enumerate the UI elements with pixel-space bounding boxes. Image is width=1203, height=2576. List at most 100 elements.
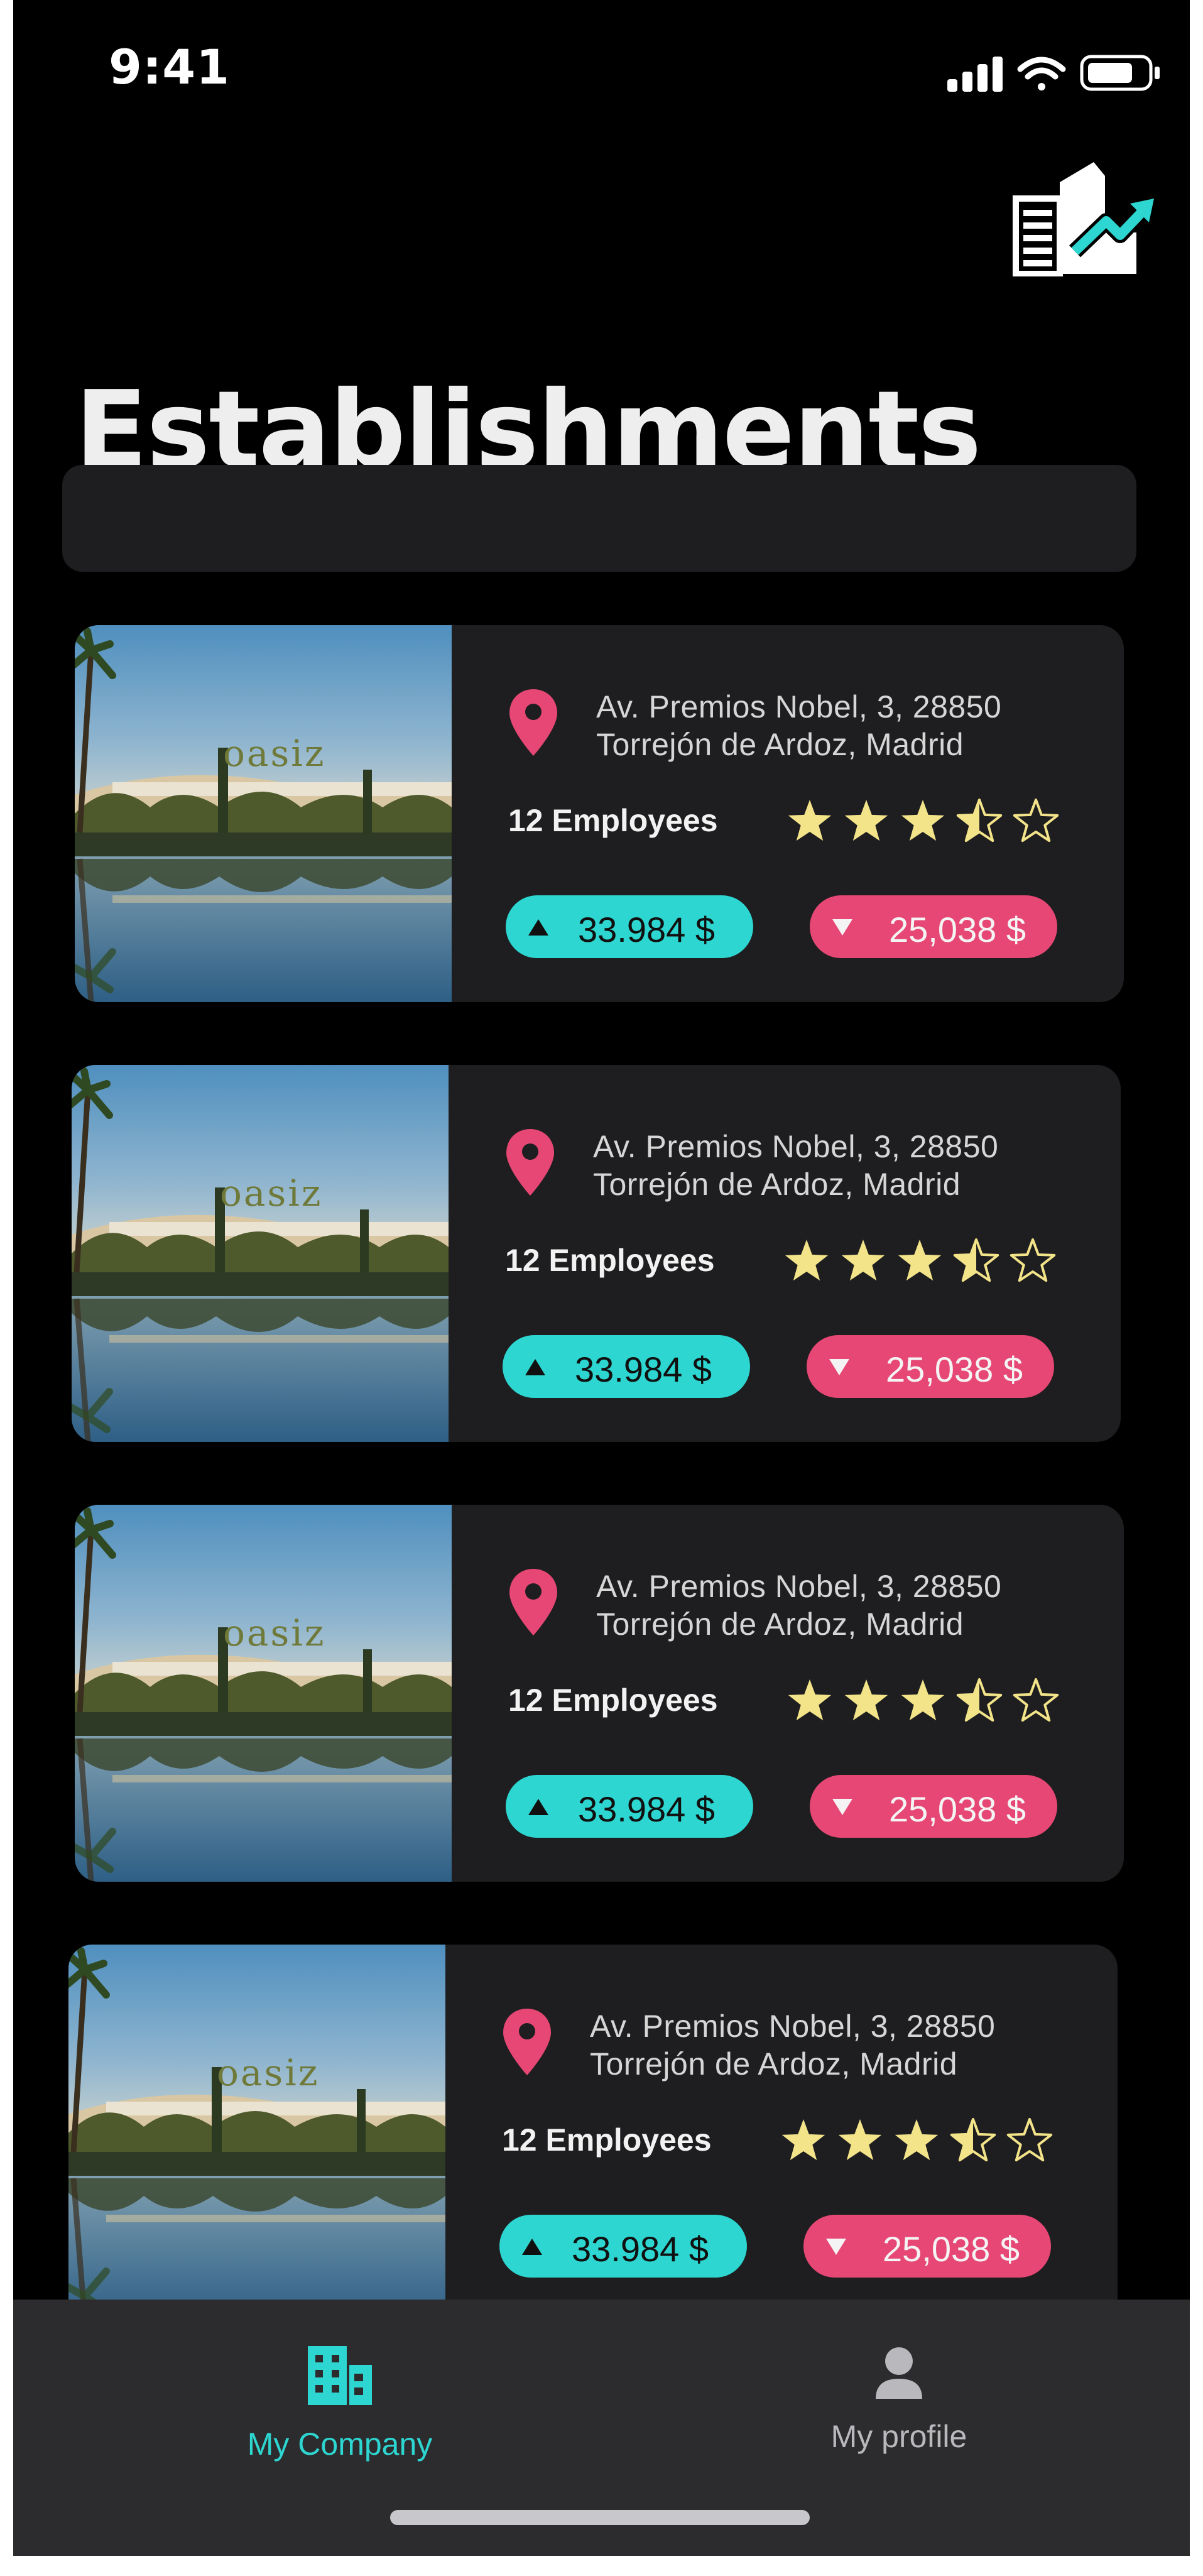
star-half-icon [953,1238,999,1282]
star-empty-icon [1006,2118,1053,2162]
star-empty-icon [1010,1238,1056,1282]
expense-badge: 25,038 $ [803,2215,1051,2278]
income-value: 33.984 $ [578,1789,715,1829]
star-full-icon [895,2119,939,2161]
establishment-card[interactable]: oasiz Av. Premios Nobel, 3, 28850 Torrejón… [75,625,1124,1002]
triangle-down-icon [832,919,852,936]
star-empty-icon [1013,1678,1059,1722]
star-full-icon [898,1240,942,1281]
establishment-card[interactable]: oasiz Av. Premios Nobel, 3, 28850 Torrejón… [68,1945,1118,2322]
employee-count: 12 Employees [502,2122,712,2158]
star-half-icon [956,1678,1003,1722]
star-full-icon [838,2119,882,2161]
income-badge: 33.984 $ [503,1335,750,1398]
expense-value: 25,038 $ [889,910,1026,949]
expense-value: 25,038 $ [886,1350,1023,1389]
star-full-icon [844,800,888,841]
employee-count: 12 Employees [505,1243,715,1278]
photo-sign-text: oasiz [223,1612,326,1654]
location-pin-icon [508,688,558,760]
establishment-address: Av. Premios Nobel, 3, 28850 Torrejón de A… [596,1568,1036,1643]
triangle-down-icon [829,1359,849,1375]
tab-bar: My Company My profile [13,2300,1190,2556]
income-badge: 33.984 $ [499,2215,747,2278]
establishment-address: Av. Premios Nobel, 3, 28850 Torrejón de A… [596,688,1036,763]
establishment-photo: oasiz [75,625,452,1002]
establishment-photo: oasiz [75,1505,452,1882]
card-details: Av. Premios Nobel, 3, 28850 Torrejón de A… [449,1065,1121,1442]
location-pin-icon [502,2007,552,2080]
star-full-icon [781,2119,825,2161]
triangle-down-icon [832,1799,852,1815]
expense-value: 25,038 $ [883,2229,1020,2269]
app-screen: 9:41 Establishments oasiz Av. Premios No… [13,0,1190,2556]
establishment-address: Av. Premios Nobel, 3, 28850 Torrejón de A… [593,1128,1033,1203]
address-line-2: Torrejón de Ardoz, Madrid [596,1607,964,1642]
star-empty-icon [1013,799,1059,843]
card-details: Av. Premios Nobel, 3, 28850 Torrejón de A… [452,625,1124,1002]
star-full-icon [788,800,832,841]
address-line-1: Av. Premios Nobel, 3, 28850 [596,689,1002,724]
tab-my-company-label: My Company [247,2426,433,2462]
photo-sign-text: oasiz [220,1172,323,1214]
location-pin-icon [508,1568,558,1640]
expense-badge: 25,038 $ [810,895,1057,958]
address-line-2: Torrejón de Ardoz, Madrid [593,1167,961,1202]
star-rating [778,2115,1055,2169]
star-rating [781,1236,1058,1289]
expense-badge: 25,038 $ [810,1775,1057,1838]
income-value: 33.984 $ [578,910,715,949]
search-input[interactable] [62,465,1136,572]
address-line-1: Av. Premios Nobel, 3, 28850 [596,1569,1002,1604]
establishment-photo: oasiz [68,1945,445,2322]
income-value: 33.984 $ [575,1350,712,1389]
establishment-photo: oasiz [72,1065,449,1442]
expense-badge: 25,038 $ [807,1335,1054,1398]
income-badge: 33.984 $ [506,895,753,958]
card-details: Av. Premios Nobel, 3, 28850 Torrejón de A… [452,1505,1124,1882]
company-growth-logo [1012,157,1157,280]
star-half-icon [956,799,1003,843]
employee-count: 12 Employees [508,803,718,838]
status-icons [934,52,1166,93]
triangle-down-icon [826,2239,846,2255]
address-line-2: Torrejón de Ardoz, Madrid [590,2046,958,2082]
signal-icon [947,57,1003,92]
star-half-icon [950,2118,996,2162]
address-line-2: Torrejón de Ardoz, Madrid [596,727,964,762]
establishment-address: Av. Premios Nobel, 3, 28850 Torrejón de A… [590,2007,1030,2083]
establishment-card[interactable]: oasiz Av. Premios Nobel, 3, 28850 Torrejón… [72,1065,1121,1442]
address-line-1: Av. Premios Nobel, 3, 28850 [593,1129,999,1164]
star-full-icon [901,1679,945,1721]
location-pin-icon [505,1128,555,1200]
star-full-icon [901,800,945,841]
star-rating [785,1676,1061,1729]
tab-my-profile-label: My profile [830,2419,967,2454]
star-full-icon [844,1679,888,1721]
triangle-up-icon [525,1359,545,1375]
establishment-card[interactable]: oasiz Av. Premios Nobel, 3, 28850 Torrejón… [75,1505,1124,1882]
home-indicator[interactable] [390,2510,810,2525]
photo-sign-text: oasiz [223,732,326,775]
wifi-icon [1017,57,1066,90]
photo-sign-text: oasiz [217,2051,320,2094]
building-icon [308,2346,372,2405]
battery-icon [1080,55,1160,91]
star-full-icon [785,1240,829,1281]
person-icon [876,2347,922,2399]
income-badge: 33.984 $ [506,1775,753,1838]
address-line-1: Av. Premios Nobel, 3, 28850 [590,2009,996,2044]
employee-count: 12 Employees [508,1683,718,1718]
tab-my-company[interactable]: My Company [195,2344,484,2462]
status-time: 9:41 [109,39,231,95]
triangle-up-icon [522,2239,542,2255]
expense-value: 25,038 $ [889,1789,1026,1829]
triangle-up-icon [528,1799,548,1815]
star-rating [785,796,1061,849]
tab-my-profile[interactable]: My profile [754,2344,1043,2455]
triangle-up-icon [528,919,548,936]
card-details: Av. Premios Nobel, 3, 28850 Torrejón de A… [445,1945,1118,2322]
star-full-icon [841,1240,885,1281]
income-value: 33.984 $ [572,2229,709,2269]
star-full-icon [788,1679,832,1721]
